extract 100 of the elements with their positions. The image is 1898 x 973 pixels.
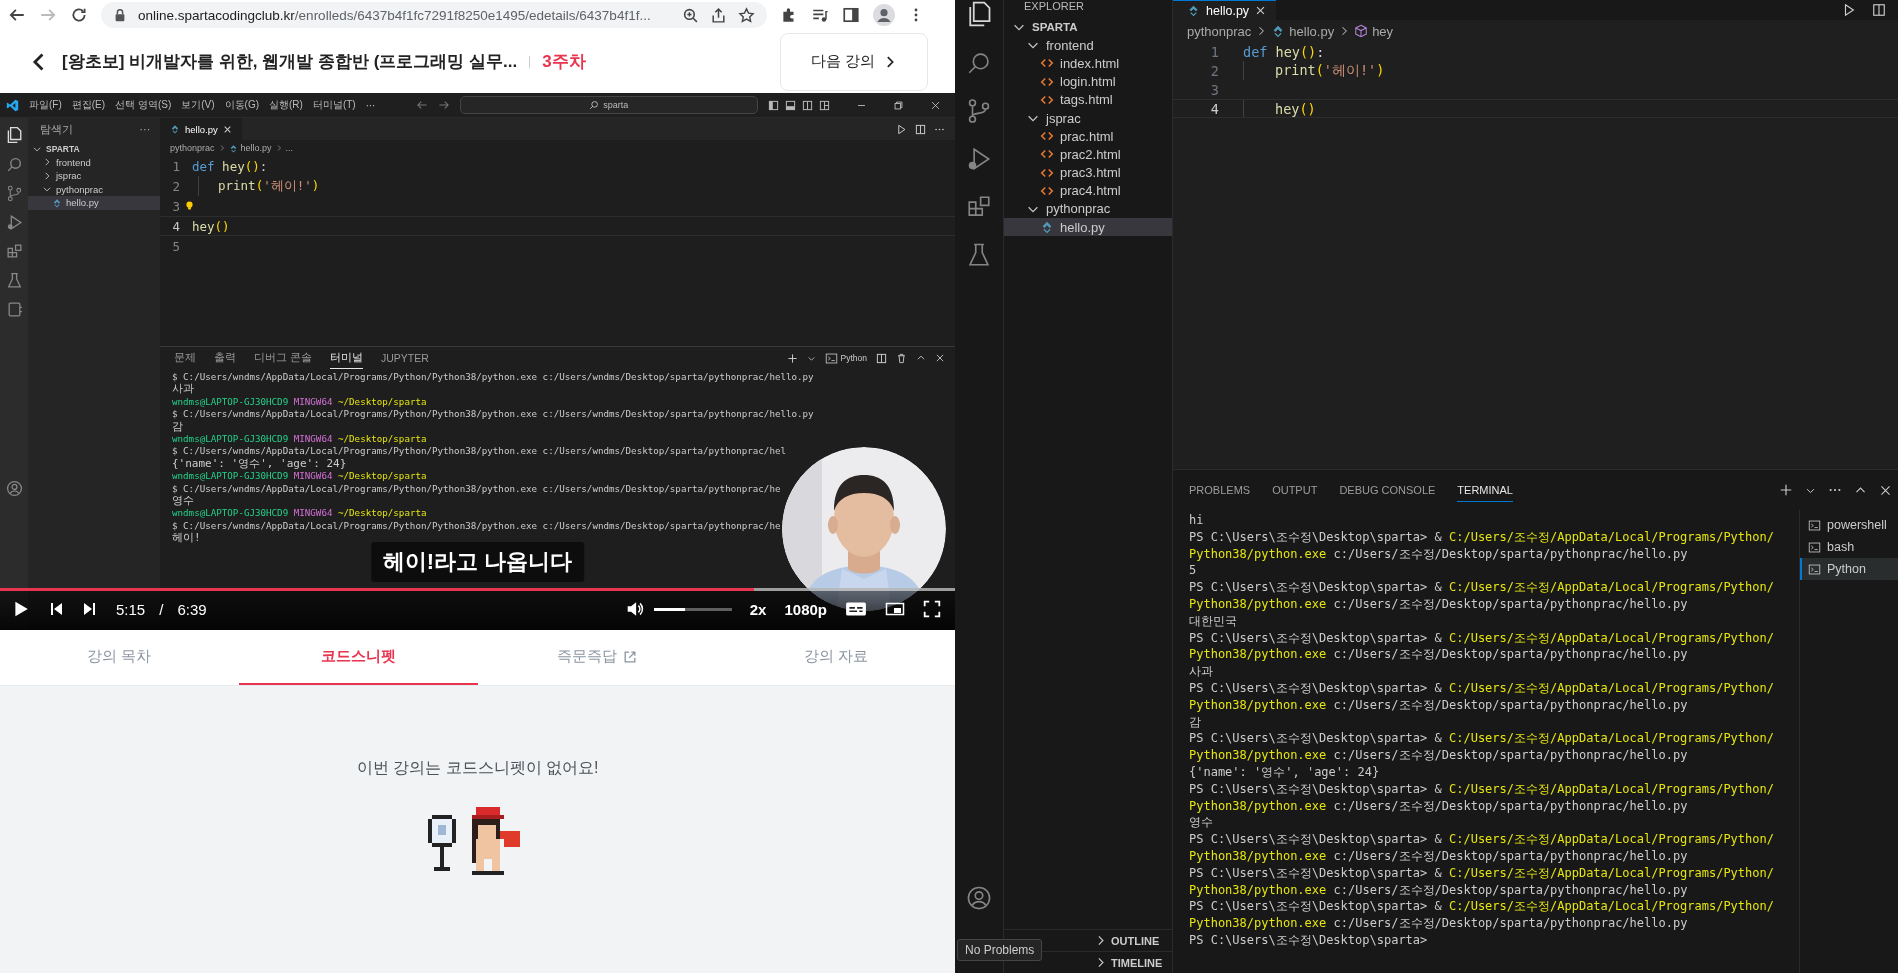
terminal-line: $ C:/Users/wndms/AppData/Local/Programs/Python/Python38/python.exe c:/Users/wndms/Desktop/sparta/pythonprac/he <box>172 519 782 533</box>
terminal-line: 사과 <box>172 383 195 396</box>
address-bar[interactable]: online.spartacodingclub.kr/enrolleds/6437b4f1fc7291f8250e1495/edetails/6437b4f1f... <box>101 2 767 28</box>
terminal-line: PS C:\Users\조수정\Desktop\sparta> & C:/Users/조수정/AppData/Local/Programs/Python/ <box>1189 831 1775 848</box>
tree-item[interactable]: index.html <box>1004 54 1172 73</box>
breadcrumb-item[interactable]: pythonprac <box>170 143 215 153</box>
tree-item[interactable]: login.html <box>1004 72 1172 91</box>
duration: 6:39 <box>177 600 207 618</box>
line-number: 1 <box>1209 43 1219 60</box>
terminal-line: PS C:\Users\조수정\Desktop\sparta> & C:/Users/조수정/AppData/Local/Programs/Python/ <box>1189 898 1775 916</box>
terminal-line: 감 <box>1189 713 1202 731</box>
terminal-line: 영수 <box>1189 814 1214 832</box>
terminal-line: wndms@LAPTOP-GJ30HCD9 MINGW64 ~/Desktop/sparta <box>172 395 428 409</box>
terminal-line: 5 <box>1189 562 1198 580</box>
terminal-line: Python38/python.exe c:/Users/조수정/Desktop/sparta/pythonprac/hello.py <box>1189 596 1689 613</box>
terminal-line: 헤이! <box>172 532 202 545</box>
time-separator: / <box>159 600 164 618</box>
current-time: 5:15 <box>116 600 146 618</box>
breadcrumb-item[interactable]: hello.py <box>1289 23 1335 39</box>
line-number: 4 <box>1209 100 1219 117</box>
code-line: hey() <box>192 218 230 234</box>
terminal-line: $ C:/Users/wndms/AppData/Local/Programs/Python/Python38/python.exe c:/Users/wndms/Desktop/sparta/pythonprac/hel <box>172 445 787 458</box>
menu-item[interactable]: 터미널(T) <box>312 98 356 112</box>
tree-item[interactable]: SPARTA <box>28 142 160 156</box>
tree-item[interactable]: tags.html <box>1004 90 1172 109</box>
terminal-line: PS C:\Users\조수정\Desktop\sparta> & C:/Users/조수정/AppData/Local/Programs/Python/ <box>1189 629 1775 647</box>
breadcrumb-item[interactable]: hey <box>1372 23 1394 39</box>
tree-item[interactable]: frontend <box>1004 36 1172 55</box>
subtitle-caption: 헤이!라고 나옵니다 <box>370 542 585 582</box>
menu-item[interactable]: 파일(F) <box>29 98 62 112</box>
breadcrumb-item[interactable]: pythonprac <box>1187 23 1252 39</box>
tree-item[interactable]: prac2.html <box>1004 145 1172 164</box>
panel-tab[interactable]: DEBUG CONSOLE <box>1339 478 1436 502</box>
menu-item[interactable]: 편집(E) <box>71 98 106 112</box>
line-number: 3 <box>1209 81 1219 98</box>
week-label: 3주차 <box>542 51 586 73</box>
tree-item[interactable]: prac4.html <box>1004 181 1172 200</box>
menu-item[interactable]: ⋯ <box>365 99 376 111</box>
course-title: [왕초보] 비개발자를 위한, 웹개발 종합반 (프로그래밍 실무... <box>62 51 518 73</box>
terminal-line: Python38/python.exe c:/Users/조수정/Desktop/sparta/pythonprac/hello.py <box>1189 797 1689 815</box>
terminal-line: 대한민국 <box>1189 612 1238 630</box>
panel-tab[interactable]: 문제 <box>174 347 196 369</box>
panel-tab[interactable]: 출력 <box>214 347 236 369</box>
tree-item[interactable]: frontend <box>28 155 160 169</box>
terminal-line: PS C:\Users\조수정\Desktop\sparta> & C:/Users/조수정/AppData/Local/Programs/Python/ <box>1189 528 1775 546</box>
line-number: 5 <box>171 238 180 254</box>
line-number: 4 <box>171 218 180 234</box>
terminal-line: Python38/python.exe c:/Users/조수정/Desktop/sparta/pythonprac/hello.py <box>1189 881 1689 899</box>
tree-item[interactable]: jsprac <box>1004 108 1172 128</box>
terminal-line: Python38/python.exe c:/Users/조수정/Desktop/sparta/pythonprac/hello.py <box>1189 545 1689 563</box>
terminal-instance-item[interactable]: powershell <box>1800 514 1898 536</box>
terminal-line: {'name': '영수', 'age': 24} <box>172 457 348 471</box>
code-line: def hey(): <box>192 158 268 174</box>
next-lecture-button[interactable]: 다음 강의 <box>780 32 928 91</box>
terminal-line: $ C:/Users/wndms/AppData/Local/Programs/Python/Python38/python.exe c:/Users/wndms/Desktop/sparta/pythonprac/hello.py <box>172 371 815 383</box>
panel-tab[interactable]: 디버그 콘솔 <box>254 347 312 369</box>
menu-item[interactable]: 이동(G) <box>224 98 260 112</box>
terminal-line: PS C:\Users\조수정\Desktop\sparta> & C:/Users/조수정/AppData/Local/Programs/Python/ <box>1189 730 1775 748</box>
tree-item[interactable]: SPARTA <box>1004 18 1172 37</box>
url-text: online.spartacodingclub.kr/enrolleds/6437b4f1fc7291f8250e1495/edetails/6437b4f1f... <box>138 7 652 23</box>
panel-tab[interactable]: 터미널 <box>329 347 363 369</box>
panel-tab[interactable]: JUPYTER <box>380 348 429 368</box>
more-actions-button[interactable]: ⋯ <box>139 123 150 137</box>
tree-item[interactable]: pythonprac <box>28 182 160 196</box>
menu-item[interactable]: 보기(V) <box>181 98 215 112</box>
breadcrumb-item[interactable]: ... <box>285 143 294 153</box>
line-number: 2 <box>171 178 180 194</box>
terminal-line: Python38/python.exe c:/Users/조수정/Desktop/sparta/pythonprac/hello.py <box>1189 915 1689 932</box>
code-line: hey() <box>1274 100 1316 117</box>
terminal-line: 영수 <box>172 495 195 508</box>
terminal-line: $ C:/Users/wndms/AppData/Local/Programs/Python/Python38/python.exe c:/Users/wndms/Desktop/sparta/pythonprac/hello.py <box>172 408 815 421</box>
breadcrumb-item[interactable]: hello.py <box>240 143 272 153</box>
quality-button[interactable]: 1080p <box>784 600 827 618</box>
tree-item[interactable]: jsprac <box>28 169 160 183</box>
editor-tab[interactable]: hello.py <box>1173 0 1277 20</box>
speed-button[interactable]: 2x <box>749 600 767 618</box>
tree-item[interactable]: pythonprac <box>1004 199 1172 219</box>
terminal-instance-item[interactable]: Python <box>1800 558 1898 580</box>
tree-item[interactable]: hello.py <box>28 196 160 210</box>
terminal-line: PS C:\Users\조수정\Desktop\sparta> & C:/Users/조수정/AppData/Local/Programs/Python/ <box>1189 579 1775 596</box>
terminal-line: wndms@LAPTOP-GJ30HCD9 MINGW64 ~/Desktop/sparta <box>172 470 428 483</box>
menu-item[interactable]: 실행(R) <box>269 98 303 112</box>
terminal-line: Python38/python.exe c:/Users/조수정/Desktop/sparta/pythonprac/hello.py <box>1189 847 1689 865</box>
terminal-profile-button[interactable]: Python <box>824 351 867 365</box>
tree-item[interactable]: prac3.html <box>1004 163 1172 182</box>
editor-tab[interactable]: hello.py <box>160 118 242 140</box>
terminal-line: {'name': '영수', 'age': 24} <box>1189 763 1381 781</box>
panel-tab[interactable]: OUTPUT <box>1272 478 1318 502</box>
panel-tab[interactable]: PROBLEMS <box>1189 478 1251 502</box>
tree-item[interactable]: prac.html <box>1004 127 1172 146</box>
panel-tab[interactable]: TERMINAL <box>1457 478 1513 502</box>
terminal-line: Python38/python.exe c:/Users/조수정/Desktop/sparta/pythonprac/hello.py <box>1189 646 1689 664</box>
menu-item[interactable]: 선택 영역(S) <box>115 98 172 112</box>
explorer-title: EXPLORER <box>1023 0 1085 14</box>
command-search-field[interactable]: sparta <box>459 96 758 114</box>
tree-item[interactable]: hello.py <box>1004 218 1172 237</box>
empty-message: 이번 강의는 코드스니펫이 없어요! <box>356 758 599 778</box>
terminal-instance-item[interactable]: bash <box>1800 536 1898 558</box>
terminal-line: 감 <box>172 420 184 434</box>
terminal-line: PS C:\Users\조수정\Desktop\sparta> & C:/Users/조수정/AppData/Local/Programs/Python/ <box>1189 679 1775 697</box>
